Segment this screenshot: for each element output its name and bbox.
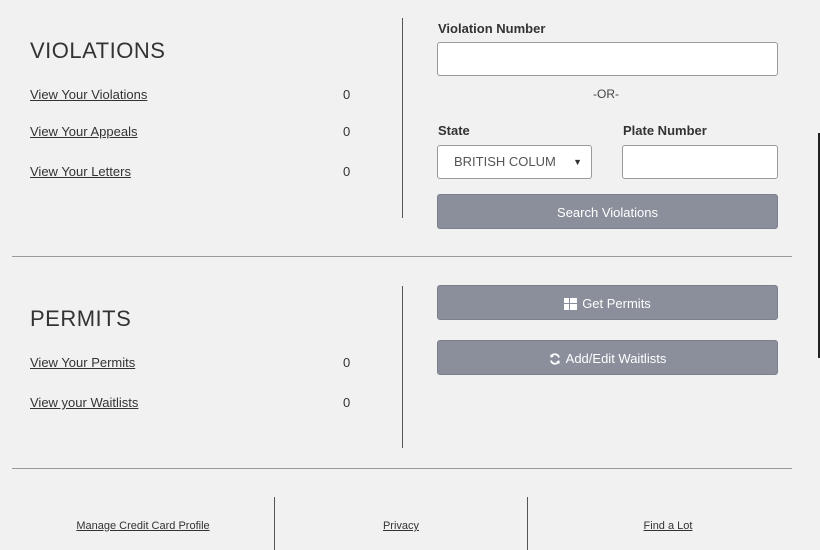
refresh-icon xyxy=(549,352,561,365)
violations-row: View Your Violations 0 xyxy=(30,87,360,107)
privacy-link[interactable]: Privacy xyxy=(275,520,527,532)
plate-number-input[interactable] xyxy=(622,145,778,179)
violation-number-input[interactable] xyxy=(437,42,778,76)
plate-number-label: Plate Number xyxy=(623,123,707,138)
violations-count: 0 xyxy=(343,87,351,102)
section-divider-1 xyxy=(12,256,792,257)
state-select-value: BRITISH COLUM xyxy=(454,154,556,169)
view-letters-link[interactable]: View Your Letters xyxy=(30,164,131,179)
appeals-count: 0 xyxy=(343,124,351,139)
permits-title: PERMITS xyxy=(30,306,132,331)
find-a-lot-link[interactable]: Find a Lot xyxy=(528,520,808,532)
grid-icon xyxy=(564,297,578,310)
view-violations-link[interactable]: View Your Violations xyxy=(30,87,147,102)
state-select[interactable]: BRITISH COLUM ▼ xyxy=(437,145,592,179)
add-edit-waitlists-button[interactable]: Add/Edit Waitlists xyxy=(437,340,778,375)
letters-row: View Your Letters 0 xyxy=(30,164,360,184)
appeals-row: View Your Appeals 0 xyxy=(30,124,360,144)
permits-row: View Your Permits 0 xyxy=(30,355,360,375)
manage-credit-card-link[interactable]: Manage Credit Card Profile xyxy=(12,520,274,532)
letters-count: 0 xyxy=(343,164,351,179)
waitlists-count: 0 xyxy=(343,395,351,410)
view-waitlists-link[interactable]: View your Waitlists xyxy=(30,395,138,410)
get-permits-button[interactable]: Get Permits xyxy=(437,285,778,320)
section-divider-2 xyxy=(12,468,792,469)
violations-title: VIOLATIONS xyxy=(30,38,166,63)
get-permits-label: Get Permits xyxy=(582,296,651,312)
add-edit-waitlists-label: Add/Edit Waitlists xyxy=(565,351,667,367)
or-separator: -OR- xyxy=(593,87,619,101)
view-appeals-link[interactable]: View Your Appeals xyxy=(30,124,137,139)
state-label: State xyxy=(438,123,470,138)
waitlists-row: View your Waitlists 0 xyxy=(30,395,360,415)
violation-number-label: Violation Number xyxy=(438,21,546,36)
search-violations-button[interactable]: Search Violations xyxy=(437,194,778,229)
permits-divider xyxy=(402,286,403,448)
violations-divider xyxy=(402,18,403,218)
chevron-down-icon: ▼ xyxy=(573,157,582,167)
view-permits-link[interactable]: View Your Permits xyxy=(30,355,135,370)
search-violations-label: Search Violations xyxy=(557,205,658,221)
permits-count: 0 xyxy=(343,355,351,370)
